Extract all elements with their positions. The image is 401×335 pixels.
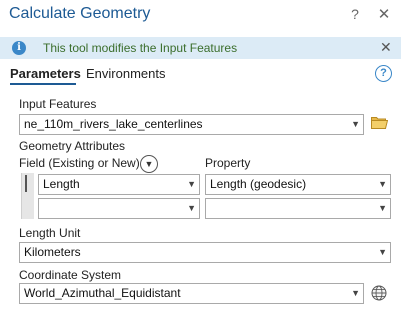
chevron-down-icon: ▼ (378, 247, 387, 257)
field-dropdown-row-1[interactable]: Length ▼ (38, 174, 200, 195)
banner-message: This tool modifies the Input Features (43, 41, 238, 55)
property-dropdown-row-1[interactable]: Length (geodesic) ▼ (205, 174, 391, 195)
property-value-row-1: Length (geodesic) (210, 177, 307, 191)
info-banner: i This tool modifies the Input Features … (0, 37, 401, 59)
help-button[interactable]: ? (348, 6, 362, 22)
close-button[interactable]: ✕ (377, 5, 391, 23)
input-features-value: ne_110m_rivers_lake_centerlines (24, 117, 203, 131)
title-bar: Calculate Geometry ? ✕ (0, 0, 401, 30)
chevron-down-icon: ▼ (378, 179, 387, 189)
coordinate-system-value: World_Azimuthal_Equidistant (24, 286, 181, 300)
active-tab-indicator (10, 83, 76, 85)
field-value-row-1: Length (43, 177, 80, 191)
length-unit-value: Kilometers (24, 245, 81, 259)
tool-help-icon[interactable]: ? (375, 65, 392, 82)
input-features-label: Input Features (19, 97, 97, 111)
info-icon: i (12, 41, 26, 55)
length-unit-label: Length Unit (19, 226, 81, 240)
expand-chevron-icon[interactable]: ▼ (140, 155, 158, 173)
chevron-down-icon: ▼ (351, 119, 360, 129)
chevron-down-icon: ▼ (351, 288, 360, 298)
input-features-dropdown[interactable]: ne_110m_rivers_lake_centerlines ▼ (19, 114, 364, 135)
banner-close-button[interactable]: ✕ (380, 39, 392, 56)
dialog-title: Calculate Geometry (9, 5, 151, 22)
coordinate-system-label: Coordinate System (19, 268, 122, 282)
row-drag-handle[interactable] (21, 173, 34, 219)
chevron-down-icon: ▼ (187, 179, 196, 189)
geometry-attributes-label: Geometry Attributes (19, 139, 126, 153)
tab-environments[interactable]: Environments (86, 66, 165, 81)
coordinate-system-dropdown[interactable]: World_Azimuthal_Equidistant ▼ (19, 283, 364, 304)
folder-icon[interactable] (371, 116, 388, 129)
length-unit-dropdown[interactable]: Kilometers ▼ (19, 242, 391, 263)
field-column-header: Field (Existing or New) (19, 156, 140, 170)
chevron-down-icon: ▼ (378, 203, 387, 213)
chevron-down-icon: ▼ (187, 203, 196, 213)
property-column-header: Property (205, 156, 251, 170)
property-dropdown-row-2[interactable]: ▼ (205, 198, 391, 219)
globe-icon[interactable] (371, 285, 387, 301)
field-dropdown-row-2[interactable]: ▼ (38, 198, 200, 219)
tab-parameters[interactable]: Parameters (10, 66, 81, 81)
